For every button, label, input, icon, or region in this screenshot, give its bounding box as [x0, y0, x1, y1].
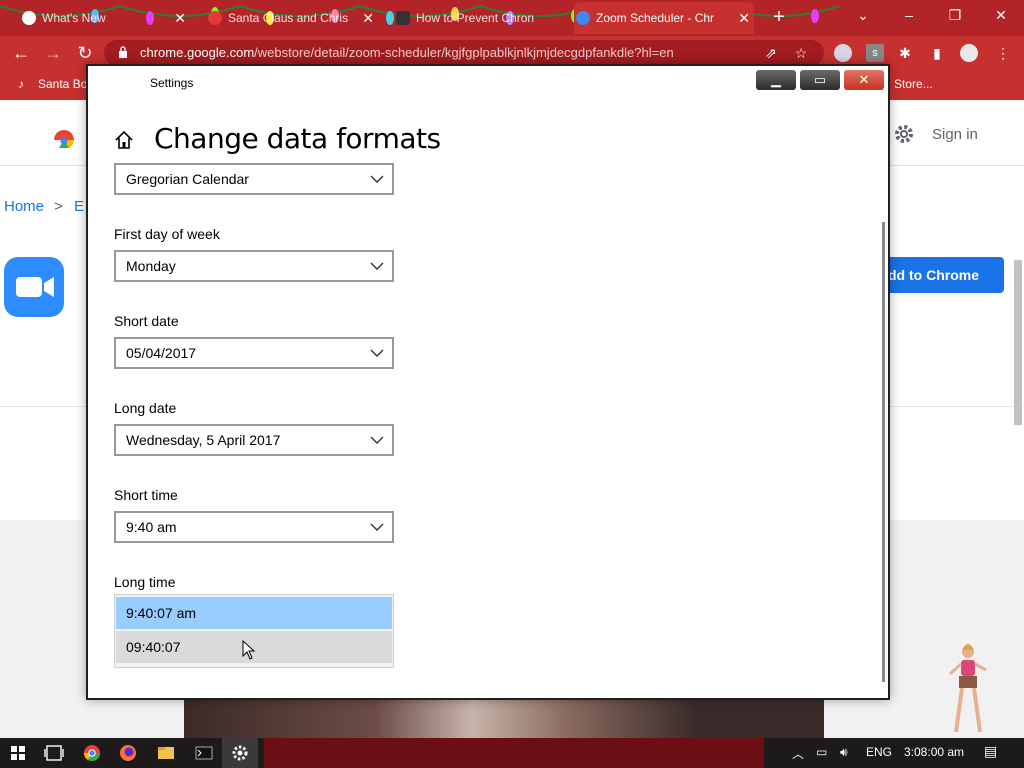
calendar-dropdown[interactable]: Gregorian Calendar	[114, 163, 394, 195]
bookmark-santa[interactable]: Santa Bo	[38, 77, 87, 91]
notification-icon[interactable]: ▤	[984, 743, 997, 760]
file-explorer-icon[interactable]	[148, 738, 184, 768]
close-button[interactable]: ✕	[844, 70, 884, 90]
short-time-label: Short time	[114, 487, 178, 503]
taskbar-wallpaper-strip	[264, 738, 764, 768]
bookmark-star-icon[interactable]: ☆	[792, 44, 810, 62]
chevron-down-icon	[370, 436, 384, 444]
extension-s-icon[interactable]: s	[866, 44, 884, 62]
tab-label: Zoom Scheduler - Chr	[596, 11, 715, 25]
home-icon[interactable]	[114, 130, 134, 150]
network-icon[interactable]: ▭	[816, 745, 827, 759]
chevron-down-icon	[370, 175, 384, 183]
chrome-favicon-icon	[22, 11, 36, 25]
animated-dancer-image	[948, 644, 987, 733]
first-day-label: First day of week	[114, 226, 220, 242]
long-time-option-selected[interactable]: 9:40:07 am	[116, 597, 392, 629]
tab-label: Santa Claus and Chris	[228, 11, 349, 25]
webstore-favicon-icon	[576, 11, 590, 25]
site-favicon-icon	[396, 11, 410, 25]
chevron-up-icon[interactable]: ︿	[792, 745, 804, 762]
site-favicon-icon	[208, 11, 222, 25]
firefox-taskbar-icon[interactable]	[110, 738, 146, 768]
chrome-web-store-logo-icon	[54, 130, 74, 148]
short-time-value: 9:40 am	[126, 519, 177, 535]
close-icon[interactable]: ✕	[174, 10, 186, 27]
mouse-pointer-icon	[242, 640, 256, 660]
settings-scrollbar[interactable]	[882, 222, 885, 682]
breadcrumb-home[interactable]: Home	[4, 198, 44, 215]
browser-tabstrip: What's New ✕ Santa Claus and Chris ✕ How…	[0, 0, 1024, 36]
close-icon[interactable]: ✕	[738, 10, 750, 27]
calendar-value: Gregorian Calendar	[126, 171, 249, 187]
page-title: Change data formats	[154, 122, 441, 155]
language-indicator[interactable]: ENG	[866, 745, 892, 759]
long-date-dropdown[interactable]: Wednesday, 5 April 2017	[114, 424, 394, 456]
tab-search-icon[interactable]: ⌄	[840, 0, 886, 32]
zoom-app-icon	[4, 257, 64, 317]
minimize-button[interactable]: ▁	[756, 70, 796, 90]
bookmark-santa-icon: ♪	[18, 77, 24, 91]
chevron-down-icon	[370, 262, 384, 270]
windows-taskbar: ︿ ▭ 🔊︎ ENG 3:08:00 am ▤	[0, 738, 1024, 768]
forward-arrow-icon[interactable]: →	[42, 42, 64, 64]
url-host: chrome.google.com	[140, 45, 255, 60]
browser-minimize-button[interactable]: –	[886, 0, 932, 32]
task-view-icon[interactable]	[36, 738, 72, 768]
chevron-down-icon	[370, 523, 384, 531]
close-icon[interactable]: ✕	[362, 10, 374, 27]
browser-close-button[interactable]: ✕	[978, 0, 1024, 32]
tab-zoom-scheduler[interactable]: Zoom Scheduler - Chr ✕	[574, 2, 754, 34]
tab-label: How to Prevent Chron	[416, 11, 535, 25]
tab-whats-new[interactable]: What's New ✕	[20, 2, 190, 34]
long-date-label: Long date	[114, 400, 177, 416]
bookmark-store[interactable]: Store...	[894, 77, 933, 91]
gear-icon[interactable]	[892, 122, 916, 146]
breadcrumb-extensions[interactable]: E	[74, 198, 84, 215]
short-date-label: Short date	[114, 313, 179, 329]
maximize-button[interactable]: ▭	[800, 70, 840, 90]
profile-avatar-icon[interactable]	[960, 44, 978, 62]
address-bar[interactable]: chrome.google.com/webstore/detail/zoom-s…	[104, 40, 824, 66]
settings-gear-taskbar-icon[interactable]	[222, 738, 258, 768]
lock-icon	[119, 46, 127, 58]
terminal-icon[interactable]	[186, 738, 222, 768]
extension-icon[interactable]	[834, 44, 852, 62]
short-date-dropdown[interactable]: 05/04/2017	[114, 337, 394, 369]
tab-how-to-prevent[interactable]: How to Prevent Chron	[394, 2, 564, 34]
page-scrollbar[interactable]	[1014, 260, 1022, 425]
first-day-value: Monday	[126, 258, 176, 274]
video-camera-icon	[16, 277, 54, 297]
side-panel-icon[interactable]: ▮	[928, 44, 946, 62]
chevron-down-icon	[370, 349, 384, 357]
volume-icon[interactable]: 🔊︎	[840, 745, 848, 760]
tab-label: What's New	[42, 11, 106, 25]
puzzle-extensions-icon[interactable]: ✱	[896, 44, 914, 62]
short-time-dropdown[interactable]: 9:40 am	[114, 511, 394, 543]
back-arrow-icon[interactable]: ←	[10, 42, 32, 64]
browser-restore-button[interactable]: ❐	[932, 0, 978, 32]
long-date-value: Wednesday, 5 April 2017	[126, 432, 281, 448]
screenshot-carousel-image	[184, 700, 824, 740]
menu-kebab-icon[interactable]: ⋮	[994, 44, 1012, 62]
sign-in-link[interactable]: Sign in	[932, 126, 978, 143]
tab-santa-claus[interactable]: Santa Claus and Chris ✕	[206, 2, 378, 34]
settings-window: Settings ▁ ▭ ✕ Change data formats Grego…	[86, 64, 890, 700]
chrome-taskbar-icon[interactable]	[74, 738, 110, 768]
new-tab-button[interactable]: +	[768, 6, 790, 28]
breadcrumb-separator: >	[54, 198, 63, 215]
share-icon[interactable]: ⇗	[762, 44, 780, 62]
first-day-dropdown[interactable]: Monday	[114, 250, 394, 282]
reload-icon[interactable]: ↻	[74, 42, 96, 64]
window-title: Settings	[150, 76, 194, 90]
long-time-label: Long time	[114, 574, 176, 590]
url-path: /webstore/detail/zoom-scheduler/kgjfgplp…	[254, 45, 674, 60]
short-date-value: 05/04/2017	[126, 345, 197, 361]
windows-start-icon[interactable]	[0, 738, 36, 768]
system-clock[interactable]: 3:08:00 am	[904, 745, 964, 759]
